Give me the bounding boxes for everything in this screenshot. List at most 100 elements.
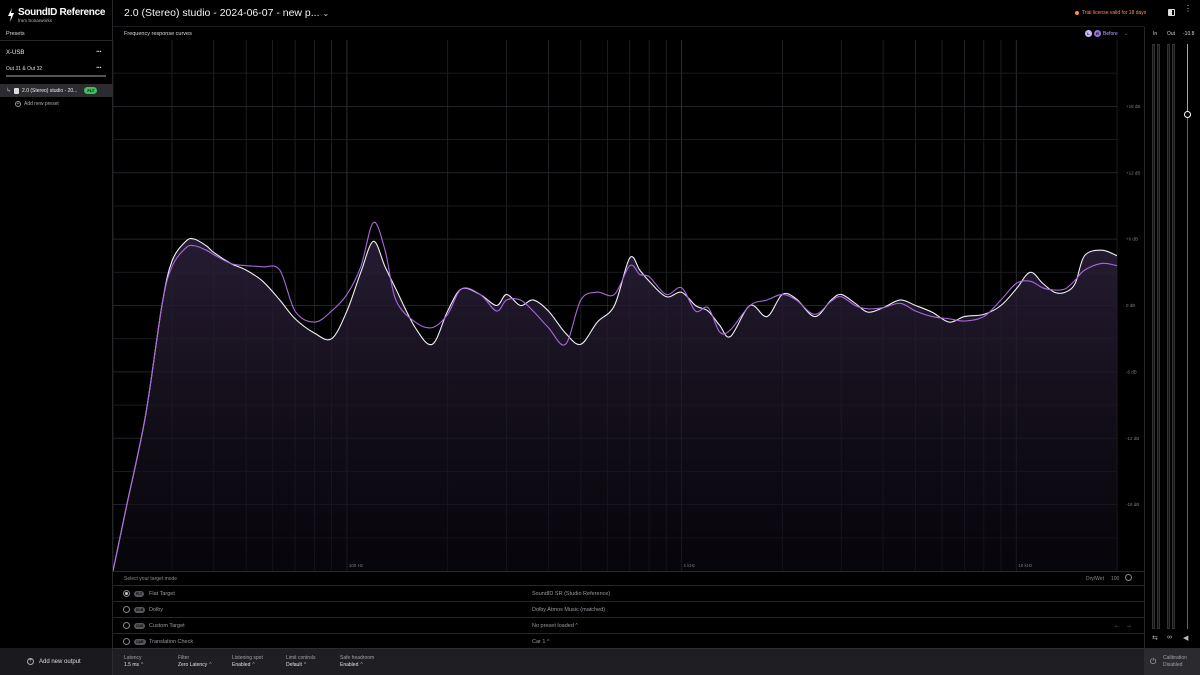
preset-title: 2.0 (Stereo) studio - 2024-06-07 - new p… [124,7,320,19]
preset-item[interactable]: ↳ 2.0 (Stereo) studio - 20... FLT [0,84,113,97]
target-mode-header: Select your target mode Dry/Wet 100 [113,571,1144,585]
target-badge: CUS [134,622,146,629]
gain-fader-fill [1187,44,1188,115]
target-radio[interactable] [123,638,130,645]
target-value-text: SoundID SR (Studio Reference) [532,590,611,597]
plus-icon: + [15,101,21,107]
target-name: Flat Target [149,590,175,597]
latency-value: 1.5 ms [124,662,140,668]
chevron-up-icon: ^ [546,638,550,645]
target-row[interactable]: DLB Dolby Dolby Atmos Music (matched) [113,601,1144,617]
chart-title: Frequency response curves [124,31,192,37]
x-tick-label: 1 kHz [684,563,696,568]
target-value-text: Car 1 [532,638,546,645]
input-meter-left [1152,44,1155,629]
latency-label: Latency [124,655,142,661]
limit-controls-control[interactable]: Limit controls Default ^ [286,655,315,669]
device-menu-icon[interactable]: ··· [96,47,102,56]
sidebar: SoundID Reference from Sonarworks Preset… [0,0,113,675]
y-tick-label: -6 dB [1126,369,1137,374]
filter-value: Zero Latency [178,662,208,668]
logo: SoundID Reference from Sonarworks [7,7,105,23]
prev-arrow-icon[interactable]: ← [1114,623,1120,629]
target-radio[interactable] [123,590,130,597]
device-name[interactable]: X-USB [6,50,24,56]
divider [0,40,113,41]
chevron-up-icon: ^ [141,662,144,668]
y-tick-label: -12 dB [1126,436,1139,441]
gain-value[interactable]: -10.8 [1183,31,1194,37]
target-radio[interactable] [123,622,130,629]
target-mode-label: Select your target mode [124,576,178,582]
calibration-value: Disabled [1163,662,1183,668]
y-tick-label: +6 dB [1126,237,1138,242]
preset-title-dropdown[interactable]: 2.0 (Stereo) studio - 2024-06-07 - new p… [124,7,329,19]
next-arrow-icon[interactable]: → [1126,623,1132,629]
calibration-label: Calibration [1163,655,1187,661]
target-value[interactable]: No preset loaded ^ [532,623,578,629]
warning-dot-icon [1075,11,1079,15]
output-meter-left [1167,44,1170,629]
y-tick-label: +18 dB [1126,104,1140,109]
chevron-down-icon: ⌄ [322,9,330,18]
listening-spot-label: Listening spot [232,655,263,661]
target-row[interactable]: CUS Custom Target No preset loaded ^ ← → [113,617,1144,633]
panel-toggle-icon[interactable] [1168,9,1175,16]
target-value[interactable]: SoundID SR (Studio Reference) [532,591,610,597]
add-preset-label: Add new preset [24,101,59,107]
filter-control[interactable]: Filter Zero Latency ^ [178,655,212,669]
target-value-text: Dolby Atmos Music (matched) [532,606,606,613]
safe-headroom-control[interactable]: Safe headroom Enabled ^ [340,655,374,669]
meter-in-label: In [1153,31,1158,37]
limit-controls-value: Default [286,662,302,668]
safe-headroom-value: Enabled [340,662,359,668]
presets-heading: Presets [6,31,25,37]
latency-control[interactable]: Latency 1.5 ms ^ [124,655,143,669]
frequency-response-chart[interactable]: +18 dB +12 dB +6 dB 0 dB -6 dB -12 dB -18 dB 1… [113,40,1144,571]
preset-badge: FLT [84,87,98,94]
output-menu-icon[interactable]: ··· [96,63,102,72]
logo-title: SoundID Reference [18,7,106,18]
input-meter-right [1157,44,1160,629]
target-radio[interactable] [123,606,130,613]
x-tick-label: 100 Hz [349,563,364,568]
trial-text: Trial license valid for 18 days [1082,10,1147,16]
gain-fader-track[interactable] [1187,44,1188,629]
return-arrow-icon: ↳ [6,88,12,94]
bolt-icon [8,8,14,22]
listening-spot-control[interactable]: Listening spot Enabled ^ [232,655,263,669]
y-tick-label: -18 dB [1126,502,1139,507]
target-name: Custom Target [149,622,185,629]
curve-legend[interactable]: L R Before ⌄ [1085,30,1128,37]
target-value[interactable]: Car 1 ^ [532,639,549,645]
logo-subtitle: from Sonarworks [18,18,53,23]
target-badge: FLT [134,590,145,597]
add-output-label: Add new output [39,659,81,665]
chevron-up-icon: ^ [209,662,212,668]
filter-label: Filter [178,655,190,661]
target-badge: CAR [134,638,146,645]
add-preset-button[interactable]: + Add new preset [15,101,59,107]
trial-notice[interactable]: Trial license valid for 18 days [1075,10,1146,16]
volume-icon[interactable]: ◀ [1183,634,1188,642]
target-value[interactable]: Dolby Atmos Music (matched) [532,607,605,613]
power-icon: ⏻ [1150,657,1157,666]
calibration-toggle[interactable]: ⏻ Calibration Disabled [1144,648,1200,675]
link-icon[interactable]: ∞ [1167,634,1172,641]
target-row[interactable]: CAR Translation Check Car 1 ^ [113,633,1144,649]
swap-icon[interactable]: ⇆ [1152,634,1158,642]
add-output-button[interactable]: + Add new output [0,648,113,675]
drywet-knob-icon[interactable] [1125,574,1132,581]
menu-icon[interactable]: ⋮ [1184,5,1192,13]
target-badge: DLB [134,606,146,613]
y-tick-label: +12 dB [1126,170,1140,175]
target-row[interactable]: FLT Flat Target SoundID SR (Studio Referen… [113,585,1144,601]
drywet-value[interactable]: 100 [1111,576,1119,582]
target-name: Translation Check [149,638,194,645]
y-tick-label: 0 dB [1126,303,1135,308]
gain-fader-knob[interactable] [1184,110,1191,118]
output-level-bar [6,75,106,77]
output-name[interactable]: Out 31 & Out 32 [6,66,42,72]
chevron-up-icon: ^ [575,622,578,629]
meter-out-label: Out [1167,31,1176,37]
